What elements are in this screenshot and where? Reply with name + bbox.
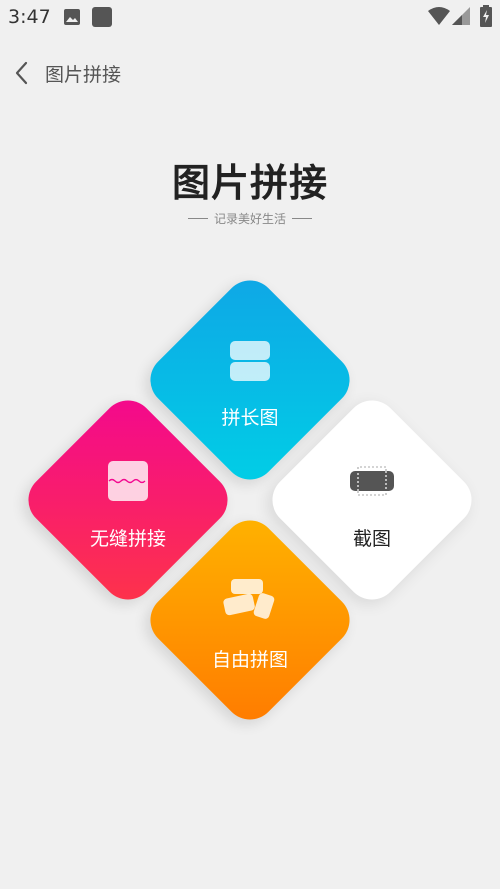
scattered-cards-icon [223, 579, 275, 619]
battery-icon [480, 5, 492, 27]
hero-subtitle-text: 记录美好生活 [213, 212, 286, 226]
wifi-icon [428, 7, 450, 25]
wave-split-icon [108, 461, 148, 501]
status-bar: 3:47 [0, 0, 500, 34]
stacked-rows-icon [230, 341, 270, 381]
status-time: 3:47 [8, 6, 51, 28]
image-icon [64, 9, 80, 25]
crop-screenshot-icon [350, 466, 394, 496]
hero-subtitle-row: 记录美好生活 [0, 204, 500, 227]
chevron-left-icon[interactable] [8, 58, 38, 88]
free-collage-button[interactable]: 自由拼图 [139, 509, 361, 731]
hero-subtitle: 记录美好生活 [182, 210, 318, 227]
app-bar: 图片拼接 [0, 48, 500, 98]
tile-label: 自由拼图 [211, 649, 288, 671]
app-square-icon [92, 7, 112, 27]
divider [292, 218, 312, 219]
hero-title: 图片拼接 [171, 161, 328, 205]
divider [187, 218, 208, 219]
signal-icon [452, 7, 470, 25]
page-title: 图片拼接 [45, 64, 122, 86]
